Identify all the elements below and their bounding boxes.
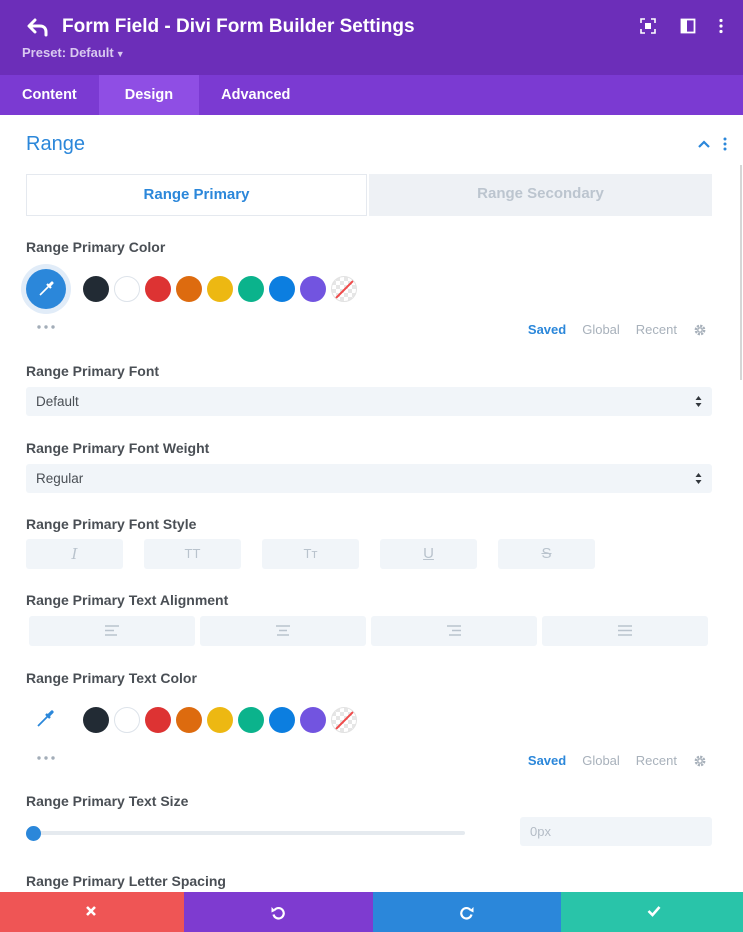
slider-handle[interactable]: [26, 826, 41, 841]
italic-button[interactable]: I: [26, 539, 123, 569]
text-size-input[interactable]: 0px: [520, 817, 712, 846]
color-swatches: [83, 276, 357, 302]
save-button[interactable]: [561, 892, 743, 932]
more-colors-icon[interactable]: [36, 755, 56, 761]
settings-tabs: Content Design Advanced: [0, 75, 743, 115]
cancel-button[interactable]: [0, 892, 184, 932]
swatch-white[interactable]: [114, 276, 140, 302]
align-center-icon: [276, 625, 290, 636]
color-picker-button[interactable]: [26, 269, 66, 309]
modal-header: Form Field - Divi Form Builder Settings …: [0, 0, 743, 75]
font-style-buttons: I TT Tт U S: [26, 539, 616, 569]
palette-tab-saved[interactable]: Saved: [528, 322, 566, 337]
swatch-purple[interactable]: [300, 707, 326, 733]
range-subtabs: Range Primary Range Secondary: [26, 174, 712, 216]
close-icon: [86, 906, 96, 916]
text-alignment-buttons: [29, 616, 713, 646]
align-justify-button[interactable]: [542, 616, 708, 646]
caret-down-icon: ▼: [115, 49, 125, 59]
underline-button[interactable]: U: [380, 539, 477, 569]
primary-letter-spacing-label: Range Primary Letter Spacing: [26, 873, 226, 889]
swatch-red[interactable]: [145, 707, 171, 733]
palette-tab-recent[interactable]: Recent: [636, 753, 677, 768]
primary-font-style-label: Range Primary Font Style: [26, 516, 197, 532]
align-right-button[interactable]: [371, 616, 537, 646]
swatch-orange[interactable]: [176, 707, 202, 733]
swatch-blue[interactable]: [269, 707, 295, 733]
primary-font-label: Range Primary Font: [26, 363, 160, 379]
swatch-yellow[interactable]: [207, 707, 233, 733]
swatch-dark[interactable]: [83, 707, 109, 733]
uppercase-button[interactable]: TT: [144, 539, 241, 569]
redo-button[interactable]: [373, 892, 561, 932]
primary-text-color-label: Range Primary Text Color: [26, 670, 197, 686]
expand-icon[interactable]: [640, 18, 656, 34]
swatch-dark[interactable]: [83, 276, 109, 302]
swatch-blue[interactable]: [269, 276, 295, 302]
section-title[interactable]: Range: [26, 133, 85, 156]
swatch-green[interactable]: [238, 276, 264, 302]
capitalize-button[interactable]: Tт: [262, 539, 359, 569]
font-select[interactable]: Default: [26, 387, 712, 416]
palette-tab-saved[interactable]: Saved: [528, 753, 566, 768]
back-arrow-icon[interactable]: [27, 16, 49, 38]
swatch-red[interactable]: [145, 276, 171, 302]
subtab-range-secondary[interactable]: Range Secondary: [369, 174, 712, 216]
gear-icon[interactable]: [693, 323, 707, 337]
swatch-yellow[interactable]: [207, 276, 233, 302]
font-select-value: Default: [36, 394, 79, 409]
redo-icon: [460, 907, 474, 920]
swatch-green[interactable]: [238, 707, 264, 733]
align-center-button[interactable]: [200, 616, 366, 646]
swatch-purple[interactable]: [300, 276, 326, 302]
more-vertical-icon[interactable]: [713, 18, 729, 34]
more-colors-icon[interactable]: [36, 324, 56, 330]
strikethrough-button[interactable]: S: [498, 539, 595, 569]
palette-tabs: Saved Global Recent: [512, 322, 707, 337]
select-arrows-icon: [695, 396, 702, 407]
align-left-icon: [105, 625, 119, 636]
primary-font-weight-label: Range Primary Font Weight: [26, 440, 210, 456]
tab-advanced[interactable]: Advanced: [199, 75, 312, 115]
primary-text-alignment-label: Range Primary Text Alignment: [26, 592, 229, 608]
text-size-slider[interactable]: [33, 831, 465, 835]
font-weight-select[interactable]: Regular: [26, 464, 712, 493]
undo-icon: [271, 907, 285, 920]
font-weight-select-value: Regular: [36, 471, 84, 486]
primary-color-label: Range Primary Color: [26, 239, 166, 255]
check-icon: [647, 906, 661, 917]
subtab-range-primary[interactable]: Range Primary: [26, 174, 367, 216]
palette-tab-global[interactable]: Global: [582, 753, 620, 768]
undo-button[interactable]: [184, 892, 373, 932]
eyedropper-icon[interactable]: [35, 709, 55, 729]
section-menu-icon[interactable]: [723, 137, 727, 151]
preset-label: Preset: Default: [22, 45, 114, 60]
palette-tab-recent[interactable]: Recent: [636, 322, 677, 337]
align-justify-icon: [618, 625, 632, 636]
select-arrows-icon: [695, 473, 702, 484]
swatch-none[interactable]: [331, 707, 357, 733]
scrollbar[interactable]: [740, 165, 742, 380]
modal-footer: [0, 892, 743, 932]
swatch-orange[interactable]: [176, 276, 202, 302]
align-right-icon: [447, 625, 461, 636]
preset-dropdown[interactable]: Preset: Default ▼: [22, 45, 125, 60]
split-view-icon[interactable]: [680, 18, 696, 34]
swatch-none[interactable]: [331, 276, 357, 302]
tab-design[interactable]: Design: [98, 75, 200, 115]
align-left-button[interactable]: [29, 616, 195, 646]
chevron-up-icon[interactable]: [697, 139, 711, 149]
eyedropper-icon: [39, 281, 54, 296]
modal-title: Form Field - Divi Form Builder Settings: [62, 16, 415, 37]
settings-panel[interactable]: Range Range Primary Range Secondary Rang…: [0, 115, 743, 892]
text-color-swatches: [83, 707, 357, 733]
primary-text-size-label: Range Primary Text Size: [26, 793, 189, 809]
palette-tab-global[interactable]: Global: [582, 322, 620, 337]
gear-icon[interactable]: [693, 754, 707, 768]
palette-tabs: Saved Global Recent: [512, 753, 707, 768]
swatch-white[interactable]: [114, 707, 140, 733]
tab-content[interactable]: Content: [0, 75, 99, 115]
